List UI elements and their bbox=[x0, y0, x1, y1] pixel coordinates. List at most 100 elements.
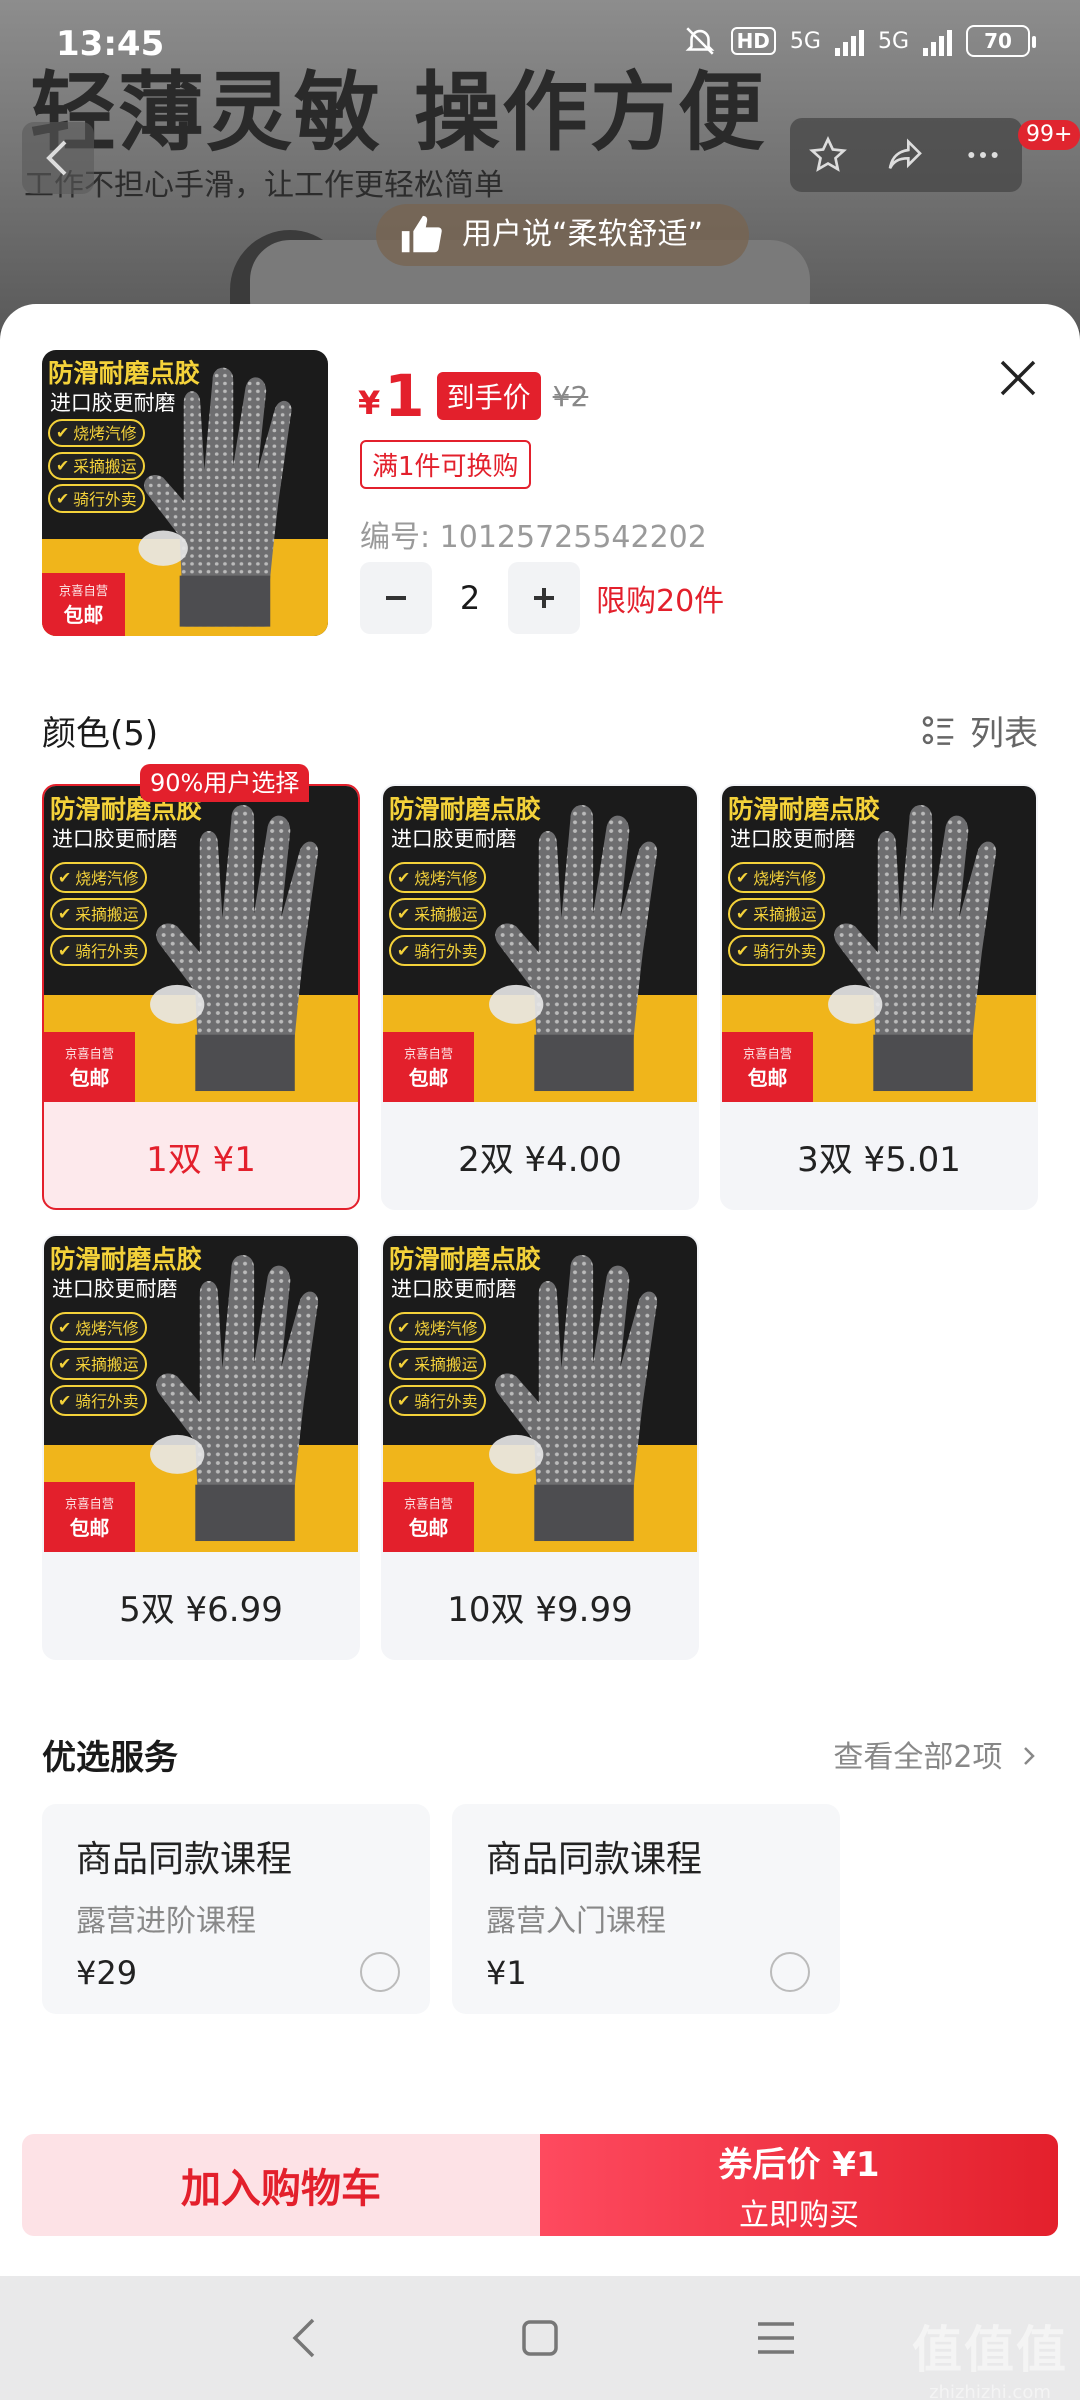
service-title: 商品同款课程 bbox=[486, 1839, 703, 1880]
list-icon bbox=[922, 715, 954, 745]
service-radio[interactable] bbox=[360, 1952, 400, 1992]
signal-2-icon bbox=[923, 26, 952, 56]
image-stamp-top: 京喜自营 bbox=[64, 1046, 115, 1061]
service-card[interactable]: 商品同款课程 露营进阶课程 ¥29 bbox=[42, 1804, 430, 2014]
image-feature: ✔ 骑行外卖 bbox=[728, 934, 825, 967]
status-time: 13:45 bbox=[56, 24, 165, 64]
product-image: 防滑耐磨点胶 进口胶更耐磨 ✔ 烧烤汽修 ✔ 采摘搬运 ✔ 骑行外卖 京喜自营 包邮 bbox=[383, 1236, 697, 1552]
image-feature-text: 骑行外卖 bbox=[414, 941, 478, 961]
close-button[interactable] bbox=[990, 350, 1046, 406]
currency-symbol: ¥ bbox=[358, 384, 381, 422]
close-icon bbox=[1000, 360, 1036, 396]
bell-muted-icon bbox=[685, 27, 714, 55]
product-image: 防滑耐磨点胶 进口胶更耐磨 ✔ 烧烤汽修 ✔ 采摘搬运 ✔ 骑行外卖 京喜自营 包邮 bbox=[42, 350, 328, 636]
sku-selection-sheet: 防滑耐磨点胶 进口胶更耐磨 ✔ 烧烤汽修 ✔ 采摘搬运 ✔ 骑行外卖 京喜自营 包邮 ¥ 1 到手… bbox=[0, 304, 1080, 2276]
background-subline: 工作不担心手滑，让工作更轻松简单 bbox=[24, 168, 504, 203]
color-option[interactable]: 防滑耐磨点胶 进口胶更耐磨 ✔ 烧烤汽修 ✔ 采摘搬运 ✔ 骑行外卖 京喜自营 包邮 2双 ¥4.… bbox=[381, 784, 699, 1210]
image-feature-text: 烧烤汽修 bbox=[75, 869, 139, 889]
decrease-quantity-button[interactable] bbox=[360, 562, 432, 634]
check-icon: ✔ bbox=[397, 868, 411, 888]
variant-image: 防滑耐磨点胶 进口胶更耐磨 ✔ 烧烤汽修 ✔ 采摘搬运 ✔ 骑行外卖 京喜自营 包邮 bbox=[44, 786, 358, 1102]
list-view-label: 列表 bbox=[970, 714, 1038, 754]
image-stamp: 京喜自营 包邮 bbox=[722, 1032, 814, 1102]
more-icon[interactable] bbox=[962, 135, 1004, 175]
image-feature-text: 采摘搬运 bbox=[75, 905, 139, 925]
check-icon: ✔ bbox=[397, 1354, 411, 1374]
final-price-tag: 到手价 bbox=[436, 372, 541, 420]
nav-menu-button[interactable] bbox=[744, 2306, 808, 2370]
back-button[interactable] bbox=[22, 122, 94, 194]
star-icon[interactable] bbox=[808, 135, 848, 175]
variant-label: 3双 ¥5.01 bbox=[797, 1139, 961, 1180]
image-subtitle: 进口胶更耐磨 bbox=[730, 827, 856, 852]
watermark-mark: 值值值 bbox=[912, 2321, 1068, 2379]
sku-number: 编号: 10125725542202 bbox=[360, 520, 707, 555]
check-icon: ✔ bbox=[58, 904, 72, 924]
list-view-toggle[interactable]: 列表 bbox=[920, 706, 1038, 755]
image-feature: ✔ 采摘搬运 bbox=[389, 1348, 486, 1380]
thumbs-up-icon bbox=[401, 215, 442, 253]
image-stamp-bottom: 包邮 bbox=[408, 1066, 449, 1090]
nav-back-button[interactable] bbox=[272, 2306, 336, 2370]
check-icon: ✔ bbox=[56, 456, 70, 476]
nav-home-button[interactable] bbox=[508, 2306, 572, 2370]
image-subtitle: 进口胶更耐磨 bbox=[391, 1277, 517, 1302]
image-stamp-top: 京喜自营 bbox=[742, 1046, 793, 1061]
variant-label: 1双 ¥1 bbox=[146, 1139, 256, 1180]
color-option[interactable]: 防滑耐磨点胶 进口胶更耐磨 ✔ 烧烤汽修 ✔ 采摘搬运 ✔ 骑行外卖 京喜自营 包邮 5双 ¥6.… bbox=[42, 1234, 360, 1660]
image-feature-text: 骑行外卖 bbox=[75, 1391, 139, 1411]
nav-home-icon bbox=[522, 2320, 558, 2356]
image-feature-text: 采摘搬运 bbox=[73, 457, 137, 477]
image-feature: ✔ 烧烤汽修 bbox=[48, 418, 145, 448]
image-feature-text: 采摘搬运 bbox=[75, 1355, 139, 1375]
service-price: ¥29 bbox=[76, 1954, 138, 1992]
user-review-pill: 用户说“柔软舒适” bbox=[376, 204, 750, 266]
check-icon: ✔ bbox=[58, 1354, 72, 1374]
color-section-title: 颜色(5) bbox=[42, 714, 159, 754]
image-stamp: 京喜自营 包邮 bbox=[44, 1482, 136, 1552]
service-card[interactable]: 商品同款课程 露营入门课程 ¥1 bbox=[452, 1804, 840, 2014]
image-title: 防滑耐磨点胶 bbox=[389, 1245, 541, 1274]
buy-now-button[interactable]: 券后价 ¥1 立即购买 bbox=[540, 2134, 1058, 2236]
image-stamp-top: 京喜自营 bbox=[58, 584, 108, 599]
image-feature-text: 烧烤汽修 bbox=[73, 424, 137, 444]
plus-icon bbox=[534, 588, 554, 608]
increase-quantity-button[interactable] bbox=[508, 562, 580, 634]
signal-1-icon bbox=[834, 26, 864, 56]
image-stamp-top: 京喜自营 bbox=[403, 1046, 454, 1061]
top-choice-badge: 90%用户选择 bbox=[140, 764, 310, 802]
check-icon: ✔ bbox=[397, 1318, 411, 1338]
chevron-left-icon bbox=[46, 140, 67, 176]
image-title: 防滑耐磨点胶 bbox=[48, 359, 200, 388]
color-option[interactable]: 防滑耐磨点胶 进口胶更耐磨 ✔ 烧烤汽修 ✔ 采摘搬运 ✔ 骑行外卖 京喜自营 包邮 3双 ¥5.… bbox=[720, 784, 1038, 1210]
color-option[interactable]: 防滑耐磨点胶 进口胶更耐磨 ✔ 烧烤汽修 ✔ 采摘搬运 ✔ 骑行外卖 京喜自营 包邮 10双 ¥9… bbox=[381, 1234, 699, 1660]
image-feature-text: 采摘搬运 bbox=[414, 1355, 478, 1375]
product-image: 防滑耐磨点胶 进口胶更耐磨 ✔ 烧烤汽修 ✔ 采摘搬运 ✔ 骑行外卖 京喜自营 包邮 bbox=[44, 786, 358, 1102]
view-all-services-link[interactable]: 查看全部2项 bbox=[833, 1732, 1038, 1776]
hd-voice-badge: HD bbox=[730, 27, 776, 55]
color-option[interactable]: 防滑耐磨点胶 进口胶更耐磨 ✔ 烧烤汽修 ✔ 采摘搬运 ✔ 骑行外卖 京喜自营 包邮 1双 ¥1 bbox=[42, 784, 360, 1210]
check-icon: ✔ bbox=[56, 489, 70, 509]
minus-icon bbox=[386, 596, 406, 600]
exchange-tag: 满1件可换购 bbox=[360, 440, 531, 489]
image-feature-text: 骑行外卖 bbox=[414, 1391, 478, 1411]
image-feature: ✔ 采摘搬运 bbox=[50, 1348, 147, 1380]
add-to-cart-button[interactable]: 加入购物车 bbox=[22, 2134, 540, 2236]
share-icon[interactable] bbox=[884, 135, 926, 175]
variant-label: 10双 ¥9.99 bbox=[447, 1589, 633, 1630]
image-feature: ✔ 骑行外卖 bbox=[50, 934, 147, 967]
product-thumbnail: 防滑耐磨点胶 进口胶更耐磨 ✔ 烧烤汽修 ✔ 采摘搬运 ✔ 骑行外卖 京喜自营 包邮 bbox=[42, 350, 328, 636]
image-feature-text: 骑行外卖 bbox=[73, 490, 137, 510]
image-feature: ✔ 骑行外卖 bbox=[389, 1384, 486, 1417]
service-radio[interactable] bbox=[770, 1952, 810, 1992]
buy-now-label: 立即购买 bbox=[739, 2197, 859, 2233]
image-feature-text: 烧烤汽修 bbox=[753, 869, 817, 889]
quantity-value[interactable]: 2 bbox=[432, 579, 508, 617]
service-subtitle: 露营入门课程 bbox=[486, 1904, 666, 1939]
image-subtitle: 进口胶更耐磨 bbox=[391, 827, 517, 852]
services-section-title: 优选服务 bbox=[42, 1738, 178, 1778]
image-feature: ✔ 骑行外卖 bbox=[48, 484, 145, 513]
check-icon: ✔ bbox=[58, 868, 72, 888]
network-type-2: 5G bbox=[877, 28, 909, 54]
image-stamp-bottom: 包邮 bbox=[69, 1066, 110, 1090]
